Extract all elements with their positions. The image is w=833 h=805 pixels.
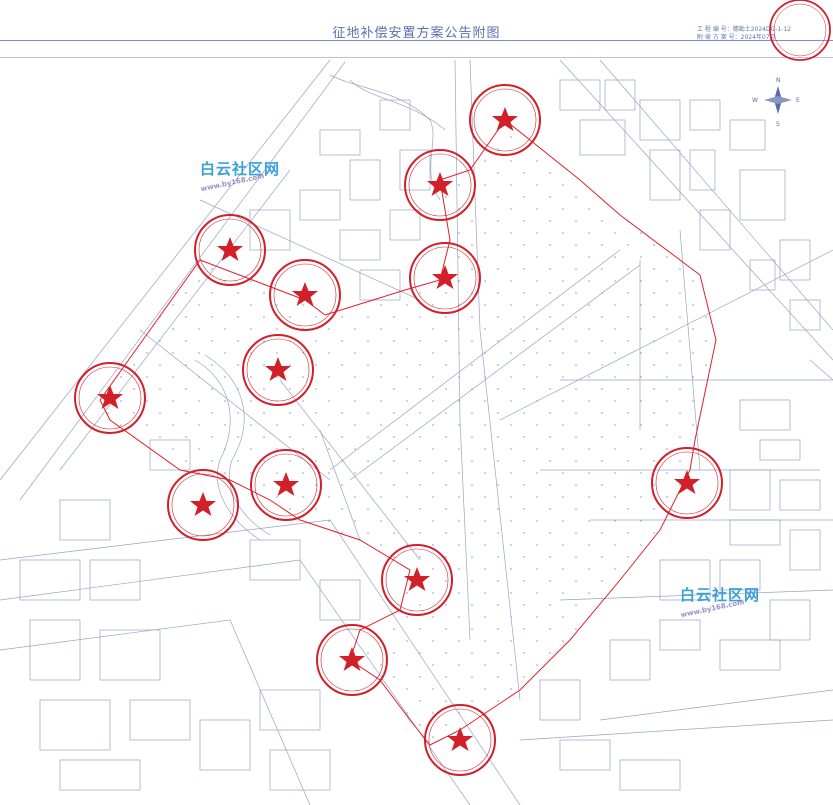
compass-s: S xyxy=(776,121,780,128)
seal-top-right xyxy=(769,0,831,61)
compass-w: W xyxy=(752,97,758,104)
compass-n: N xyxy=(776,77,781,84)
watermark-logo-bottom: 白云社区网 www.by168.com xyxy=(680,586,761,620)
project-area-fill xyxy=(100,120,716,745)
compass-e: E xyxy=(796,97,800,104)
watermark-logo-top: 白云社区网 www.by168.com xyxy=(200,160,281,194)
seal-09 xyxy=(167,469,239,541)
land-map: N S E W xyxy=(0,0,833,805)
